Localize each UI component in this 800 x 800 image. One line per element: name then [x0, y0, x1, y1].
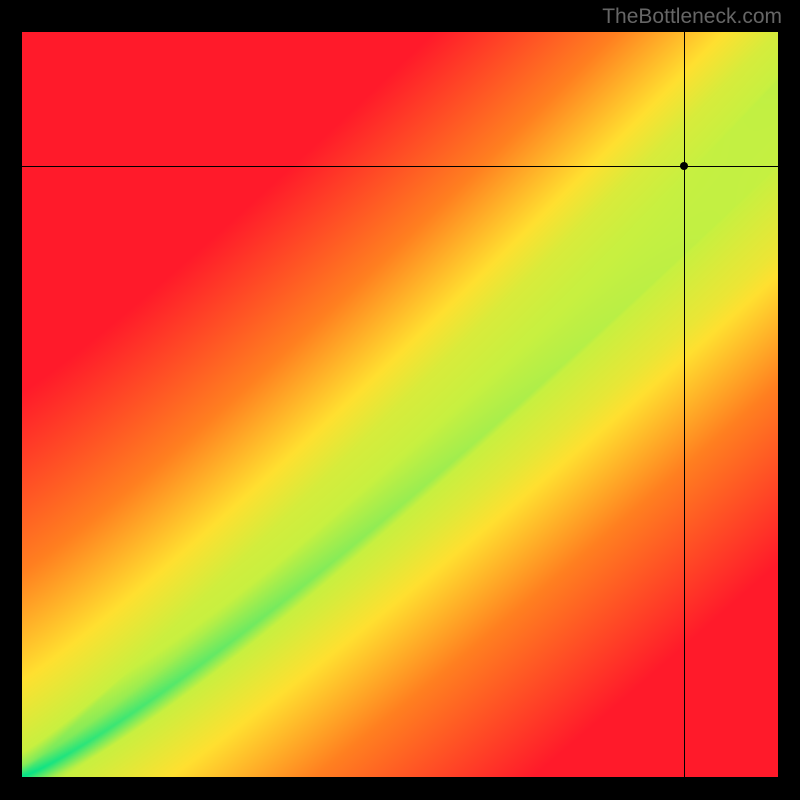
chart-container: TheBottleneck.com: [0, 0, 800, 800]
crosshair-marker: [680, 162, 688, 170]
crosshair-vertical: [684, 32, 685, 777]
crosshair-horizontal: [22, 166, 778, 167]
heatmap-canvas: [22, 32, 778, 777]
watermark-text: TheBottleneck.com: [602, 5, 782, 29]
heatmap-plot: [22, 32, 778, 777]
